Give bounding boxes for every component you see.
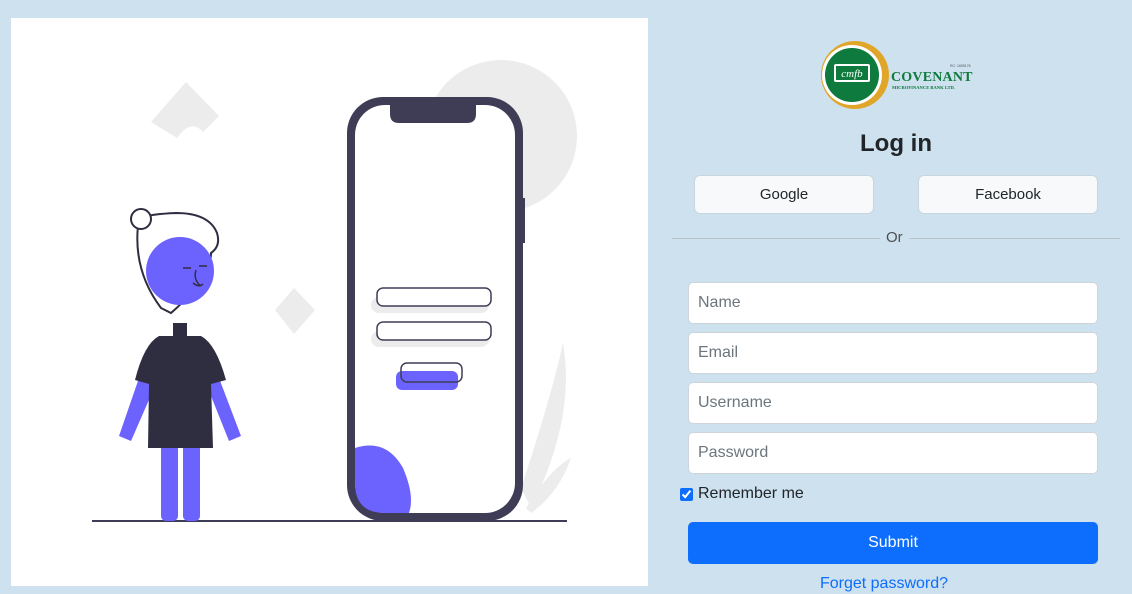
login-panel: cmfb RC: 1695176 COVENANT MICROFINANCE B… <box>648 0 1132 594</box>
divider-or-text: Or <box>880 229 909 246</box>
remember-me-checkbox[interactable] <box>680 487 693 501</box>
login-illustration <box>92 60 577 522</box>
remember-me[interactable]: Remember me <box>680 485 804 503</box>
person-bun <box>130 208 152 230</box>
person-leg-right <box>183 443 200 521</box>
phone-notch <box>390 105 476 123</box>
phone-input-2 <box>376 321 492 341</box>
name-input[interactable] <box>688 282 1098 324</box>
decor-shape-top <box>151 82 219 138</box>
phone-input-1 <box>376 287 492 307</box>
bank-logo: cmfb RC: 1695176 COVENANT MICROFINANCE B… <box>820 40 980 110</box>
phone-button <box>396 371 458 390</box>
person-leg-left <box>161 443 178 521</box>
logo-emblem-icon: cmfb <box>821 41 889 109</box>
phone-side-button <box>521 198 525 243</box>
logo-initials: cmfb <box>841 68 863 80</box>
password-input[interactable] <box>688 432 1098 474</box>
person-neck <box>173 323 187 337</box>
decor-diamond <box>275 288 315 334</box>
facebook-login-button[interactable]: Facebook <box>918 175 1098 214</box>
page-title: Log in <box>860 130 932 157</box>
forgot-password-link[interactable]: Forget password? <box>648 575 1120 593</box>
email-input[interactable] <box>688 332 1098 374</box>
remember-me-label: Remember me <box>698 485 804 502</box>
logo-reg-number: RC: 1695176 <box>950 64 971 68</box>
logo-tagline: MICROFINANCE BANK LTD. <box>892 85 955 90</box>
username-input[interactable] <box>688 382 1098 424</box>
submit-button[interactable]: Submit <box>688 522 1098 564</box>
person-face <box>146 237 214 305</box>
logo-name: COVENANT <box>891 70 973 85</box>
google-login-button[interactable]: Google <box>694 175 874 214</box>
illustration-panel <box>11 18 648 586</box>
